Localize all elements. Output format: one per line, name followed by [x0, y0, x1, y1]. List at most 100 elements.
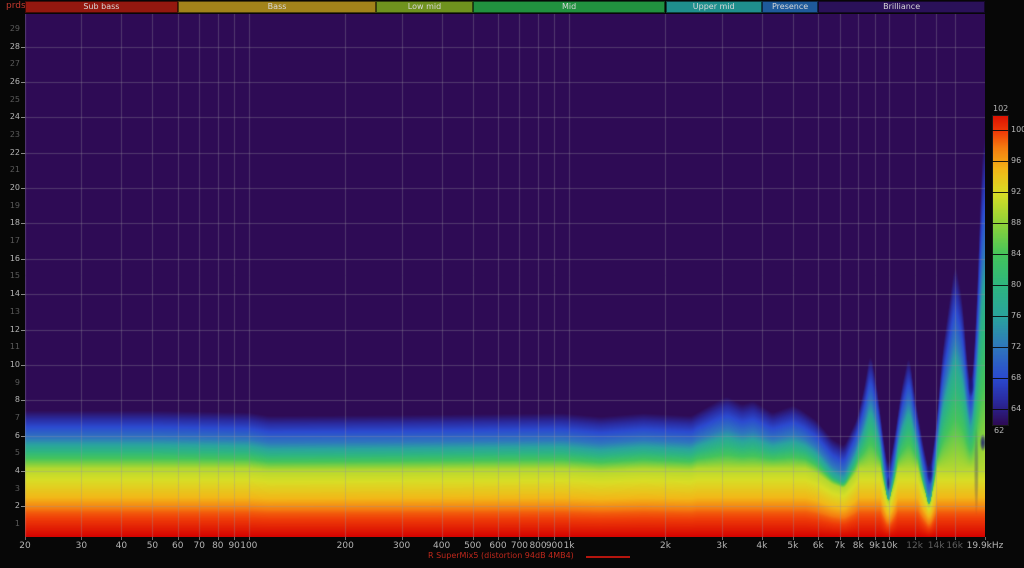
legend-label: R SuperMix5 (distortion 94dB 4MB4) [428, 551, 574, 561]
y-tick-mark [21, 471, 25, 472]
band-upper-mid: Upper mid [666, 1, 762, 13]
y-tick-label: 23 [2, 131, 20, 139]
y-tick-mark [21, 223, 25, 224]
x-tick-mark [519, 537, 520, 540]
y-tick-label: 25 [2, 96, 20, 104]
y-tick-mark [21, 117, 25, 118]
x-tick-mark [152, 537, 153, 540]
x-tick-mark [402, 537, 403, 540]
x-tick-label: 19.9kHz [967, 541, 1004, 551]
x-tick-mark [875, 537, 876, 540]
y-tick-label: 22 [2, 149, 20, 157]
x-tick-mark [818, 537, 819, 540]
band-label: Mid [562, 3, 576, 11]
y-tick-mark [21, 294, 25, 295]
x-tick-label: 40 [116, 541, 127, 551]
x-tick-mark [249, 537, 250, 540]
band-brilliance: Brilliance [818, 1, 985, 13]
y-tick-label: 2 [2, 502, 20, 510]
x-tick-mark [121, 537, 122, 540]
x-tick-label: 50 [147, 541, 158, 551]
x-tick-label: 300 [393, 541, 410, 551]
x-tick-mark [722, 537, 723, 540]
x-tick-label: 800 [529, 541, 546, 551]
colorbar-tick-label: 76 [1011, 312, 1021, 320]
colorbar-max-label: 102 [993, 105, 1008, 113]
y-tick-label: 4 [2, 467, 20, 475]
y-tick-label: 18 [2, 219, 20, 227]
x-tick-label: 9k [869, 541, 880, 551]
colorbar-tick [992, 223, 1008, 224]
y-tick-label: 26 [2, 78, 20, 86]
y-tick-label: 6 [2, 432, 20, 440]
x-tick-mark [81, 537, 82, 540]
band-low-mid: Low mid [376, 1, 472, 13]
spectrogram-plot[interactable] [25, 14, 985, 537]
x-tick-mark [569, 537, 570, 540]
band-label: Brilliance [883, 3, 920, 11]
x-tick-mark [178, 537, 179, 540]
band-sub-bass: Sub bass [25, 1, 178, 13]
x-tick-label: 10k [881, 541, 898, 551]
colorbar-tick-label: 68 [1011, 374, 1021, 382]
y-tick-label: 10 [2, 361, 20, 369]
x-tick-mark [538, 537, 539, 540]
y-tick-label: 12 [2, 326, 20, 334]
colorbar-tick [992, 409, 1008, 410]
x-tick-mark [554, 537, 555, 540]
y-tick-label: 8 [2, 396, 20, 404]
x-tick-label: 20 [19, 541, 30, 551]
legend: R SuperMix5 (distortion 94dB 4MB4) [428, 551, 630, 561]
x-tick-label: 7k [834, 541, 845, 551]
colorbar-tick [992, 378, 1008, 379]
colorbar-min-label: 62 [994, 427, 1004, 435]
x-tick-label: 60 [172, 541, 183, 551]
x-tick-mark [25, 537, 26, 540]
x-tick-mark [793, 537, 794, 540]
colorbar-tick [992, 347, 1008, 348]
colorbar-tick-label: 96 [1011, 157, 1021, 165]
x-tick-mark [498, 537, 499, 540]
x-tick-mark [473, 537, 474, 540]
x-tick-mark [889, 537, 890, 540]
x-tick-label: 70 [193, 541, 204, 551]
y-tick-label: 9 [2, 379, 20, 387]
y-tick-label: 1 [2, 520, 20, 528]
x-tick-label: 90 [228, 541, 239, 551]
x-tick-label: 3k [716, 541, 727, 551]
y-tick-mark [21, 365, 25, 366]
x-tick-mark [915, 537, 916, 540]
y-tick-label: 29 [2, 25, 20, 33]
band-presence: Presence [762, 1, 818, 13]
x-tick-label: 700 [511, 541, 528, 551]
y-tick-label: 13 [2, 308, 20, 316]
x-tick-mark [762, 537, 763, 540]
colorbar-tick [992, 161, 1008, 162]
colorbar-tick-label: 72 [1011, 343, 1021, 351]
x-tick-label: 80 [212, 541, 223, 551]
x-tick-mark [840, 537, 841, 540]
y-tick-label: 24 [2, 113, 20, 121]
legend-line-swatch [586, 556, 630, 558]
x-tick-mark [345, 537, 346, 540]
colorbar-tick [992, 285, 1008, 286]
x-tick-label: 1k [564, 541, 575, 551]
y-tick-label: 20 [2, 184, 20, 192]
y-tick-label: 16 [2, 255, 20, 263]
y-tick-mark [21, 400, 25, 401]
y-tick-mark [21, 436, 25, 437]
colorbar-tick [992, 254, 1008, 255]
x-tick-mark [442, 537, 443, 540]
x-tick-label: 2k [660, 541, 671, 551]
x-tick-mark [936, 537, 937, 540]
x-tick-mark [234, 537, 235, 540]
band-label: Sub bass [83, 3, 119, 11]
colorbar-tick-label: 92 [1011, 188, 1021, 196]
x-tick-label: 5k [787, 541, 798, 551]
colorbar-tick [992, 192, 1008, 193]
y-tick-mark [21, 188, 25, 189]
y-tick-label: 15 [2, 272, 20, 280]
x-tick-label: 14k [928, 541, 945, 551]
y-tick-label: 14 [2, 290, 20, 298]
x-tick-label: 500 [464, 541, 481, 551]
